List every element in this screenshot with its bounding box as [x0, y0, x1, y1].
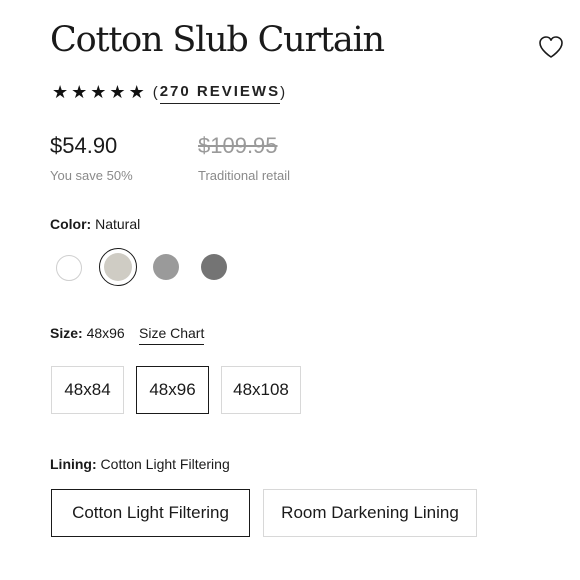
- star-icon: ★: [52, 82, 69, 102]
- lining-option-cotton-light-filtering[interactable]: Cotton Light Filtering: [51, 489, 250, 537]
- star-icon: ★: [90, 82, 107, 102]
- original-price: $109.95: [198, 133, 278, 158]
- color-swatch-white[interactable]: [56, 255, 82, 281]
- reviews-count: 270 REVIEWS: [159, 83, 281, 104]
- size-option-48x96[interactable]: 48x96: [136, 366, 209, 414]
- star-icon: ★: [128, 82, 145, 102]
- color-swatch-charcoal[interactable]: [201, 254, 227, 280]
- star-rating: ★ ★ ★ ★ ★: [52, 82, 145, 102]
- size-label: Size: 48x96: [50, 325, 125, 341]
- color-swatch-natural[interactable]: [104, 253, 132, 281]
- rating-row: ★ ★ ★ ★ ★ (270 REVIEWS): [52, 80, 287, 104]
- savings-text: You save 50%: [50, 168, 133, 183]
- product-title: Cotton Slub Curtain: [50, 20, 385, 60]
- selected-lining: Cotton Light Filtering: [100, 456, 230, 472]
- size-option-48x108[interactable]: 48x108: [221, 366, 301, 414]
- selected-color: Natural: [95, 216, 141, 232]
- color-swatch-grey[interactable]: [153, 254, 179, 280]
- lining-label: Lining: Cotton Light Filtering: [50, 456, 230, 472]
- heart-icon[interactable]: [538, 35, 564, 59]
- size-option-48x84[interactable]: 48x84: [51, 366, 124, 414]
- star-icon: ★: [109, 82, 126, 102]
- current-price: $54.90: [50, 133, 118, 158]
- lining-option-room-darkening[interactable]: Room Darkening Lining: [263, 489, 477, 537]
- star-icon: ★: [71, 82, 88, 102]
- original-price-label: Traditional retail: [198, 168, 291, 183]
- selected-size: 48x96: [86, 325, 125, 341]
- reviews-link[interactable]: (270 REVIEWS): [153, 80, 287, 104]
- size-chart-link[interactable]: Size Chart: [139, 325, 205, 345]
- color-label: Color: Natural: [50, 216, 141, 232]
